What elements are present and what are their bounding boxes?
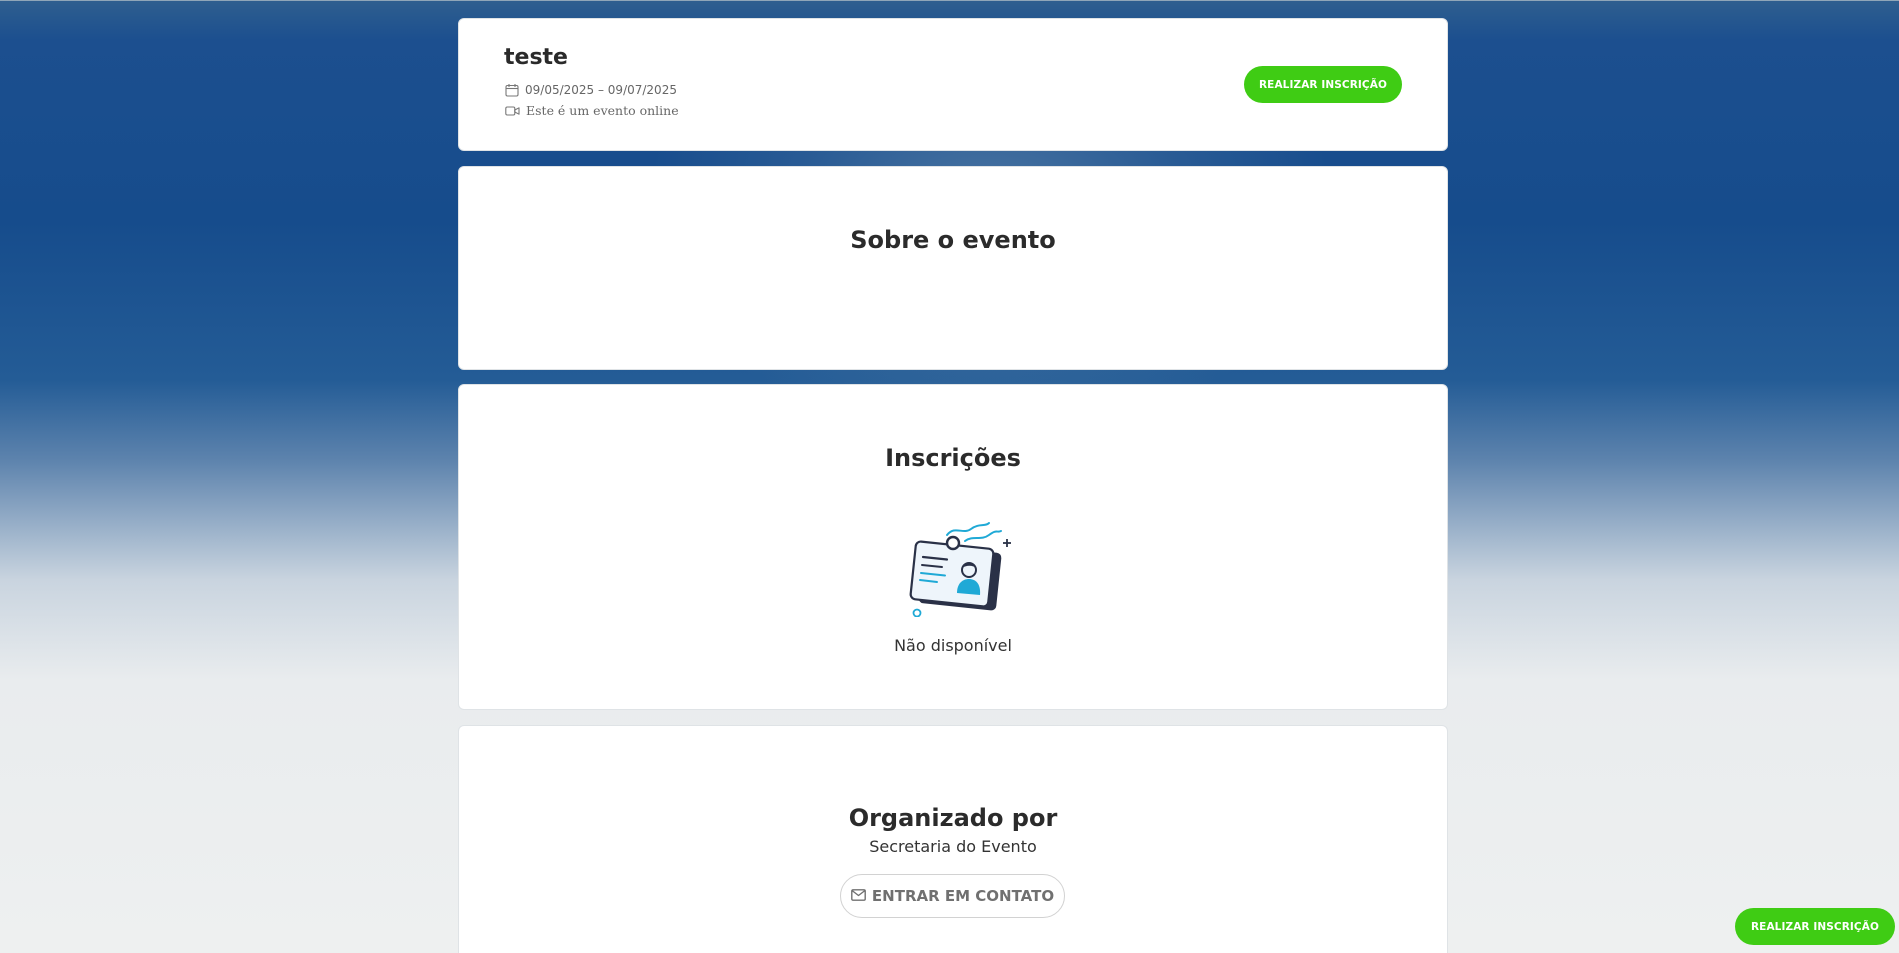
calendar-icon xyxy=(505,83,519,97)
floating-register-button[interactable]: REALIZAR INSCRIÇÃO xyxy=(1735,908,1895,945)
event-online-note: Este é um evento online xyxy=(526,103,679,118)
event-title: teste xyxy=(504,45,568,70)
event-header-card: teste 09/05/2025 – 09/07/2025 Este é um … xyxy=(458,18,1448,151)
registrations-status: Não disponível xyxy=(894,636,1012,655)
organizer-name: Secretaria do Evento xyxy=(869,837,1037,856)
top-divider xyxy=(0,0,1899,1)
organizer-title: Organizado por xyxy=(848,804,1058,832)
event-dates: 09/05/2025 – 09/07/2025 xyxy=(525,83,677,97)
event-online-row: Este é um evento online xyxy=(505,103,679,118)
event-date-row: 09/05/2025 – 09/07/2025 xyxy=(505,83,677,97)
contact-button[interactable]: ENTRAR EM CONTATO xyxy=(840,874,1065,918)
contact-button-label: ENTRAR EM CONTATO xyxy=(871,887,1055,905)
organizer-card: Organizado por Secretaria do Evento ENTR… xyxy=(458,725,1448,953)
registrations-title: Inscrições xyxy=(885,444,1021,472)
about-card: Sobre o evento xyxy=(458,166,1448,370)
video-camera-icon xyxy=(505,105,520,117)
register-button[interactable]: REALIZAR INSCRIÇÃO xyxy=(1244,66,1402,103)
id-badge-illustration-icon xyxy=(907,521,1017,618)
registrations-card: Inscrições Não disponível xyxy=(458,384,1448,710)
envelope-icon xyxy=(851,887,866,905)
about-title: Sobre o evento xyxy=(850,226,1056,254)
